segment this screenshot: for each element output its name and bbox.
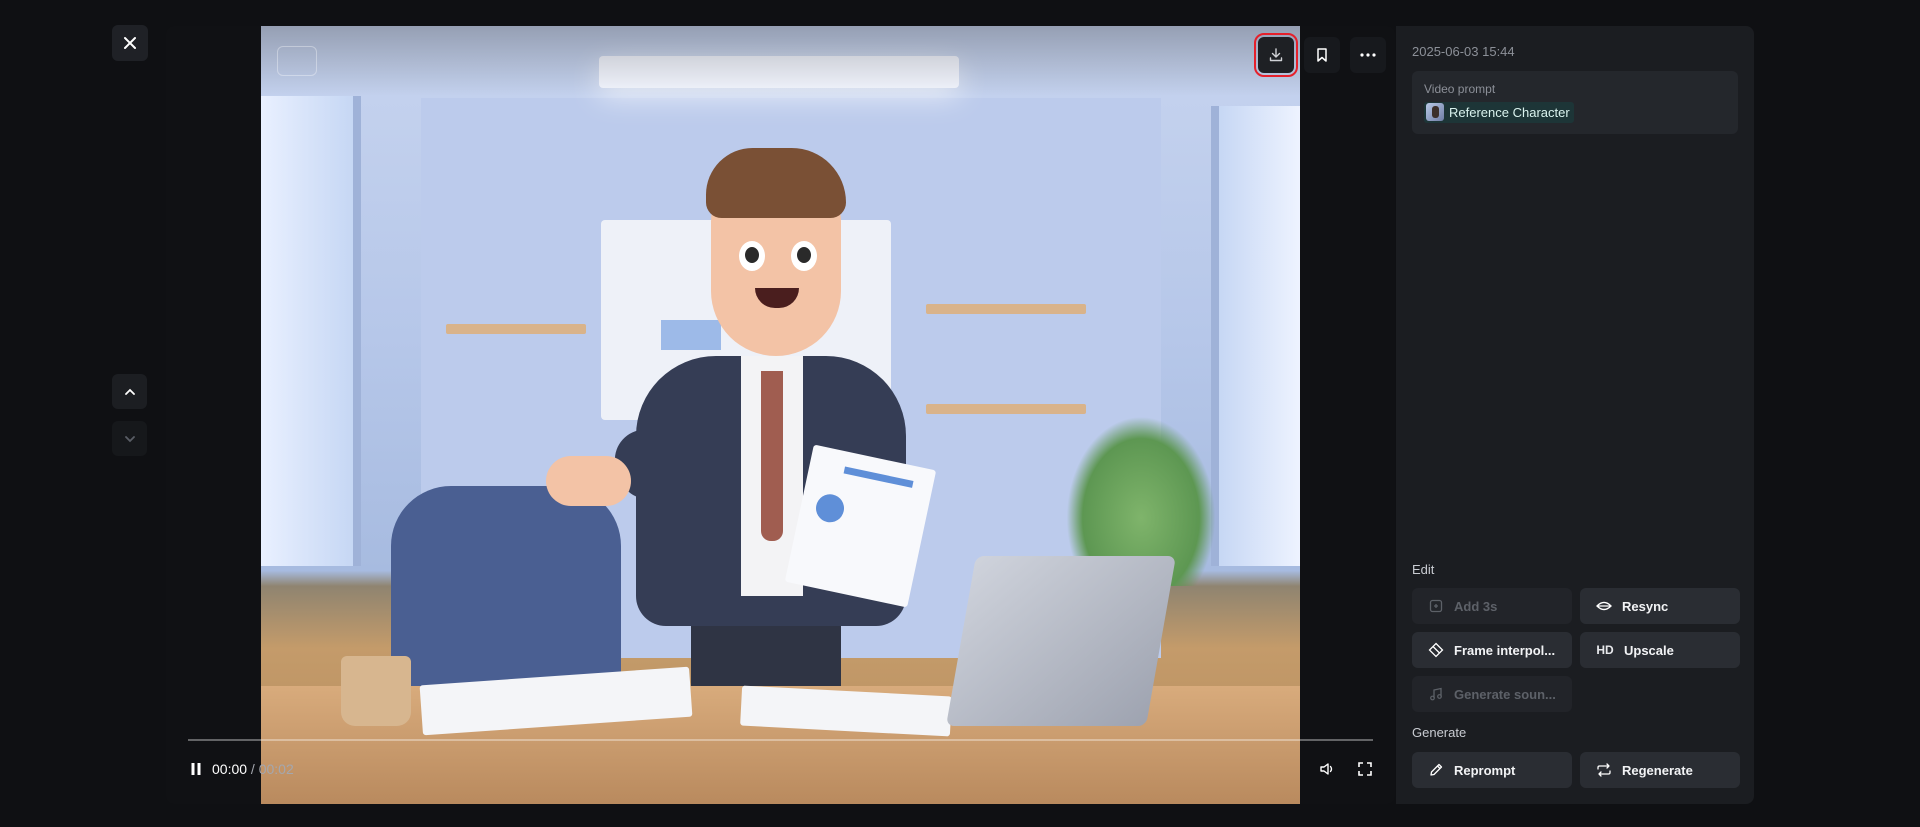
- frame-interpolation-button[interactable]: Frame interpol...: [1412, 632, 1572, 668]
- reprompt-button[interactable]: Reprompt: [1412, 752, 1572, 788]
- diamond-icon: [1428, 642, 1444, 658]
- next-item-button[interactable]: [112, 421, 147, 456]
- download-icon: [1269, 48, 1283, 62]
- time-display: 00:00 / 00:02: [212, 761, 294, 777]
- scene-window-left: [261, 96, 361, 566]
- video-prompt-label: Video prompt: [1424, 82, 1496, 96]
- lips-icon: [1596, 598, 1612, 614]
- details-panel: 2025-06-03 15:44 Video prompt Reference …: [1396, 26, 1754, 804]
- character-eye: [791, 241, 817, 271]
- scene-laptop: [946, 556, 1176, 726]
- generate-sound-label: Generate soun...: [1454, 686, 1556, 702]
- chevron-down-icon: [124, 435, 135, 442]
- hd-icon: HD: [1596, 643, 1614, 657]
- scene-window-right: [1211, 106, 1300, 566]
- fullscreen-icon: [1358, 762, 1372, 776]
- upscale-button[interactable]: HD Upscale: [1580, 632, 1740, 668]
- character-hair: [706, 148, 846, 218]
- reprompt-label: Reprompt: [1454, 762, 1516, 778]
- pause-button[interactable]: [188, 760, 204, 778]
- pause-icon: [191, 763, 201, 775]
- time-separator: /: [247, 761, 259, 777]
- pencil-icon: [1428, 762, 1444, 778]
- volume-button[interactable]: [1318, 760, 1336, 778]
- repeat-icon: [1596, 762, 1612, 778]
- previous-item-button[interactable]: [112, 374, 147, 409]
- close-button[interactable]: [112, 25, 148, 61]
- add-time-icon: [1428, 598, 1444, 614]
- scene-shelf: [446, 324, 586, 334]
- regenerate-button[interactable]: Regenerate: [1580, 752, 1740, 788]
- edit-section-label: Edit: [1412, 562, 1435, 577]
- volume-icon: [1320, 763, 1333, 775]
- more-options-button[interactable]: [1350, 37, 1386, 73]
- more-horizontal-icon: [1360, 53, 1376, 57]
- upscale-label: Upscale: [1624, 642, 1674, 658]
- progress-bar[interactable]: [188, 739, 1373, 741]
- video-overlay-button[interactable]: [277, 46, 317, 76]
- creation-timestamp: 2025-06-03 15:44: [1412, 44, 1515, 59]
- reference-character-label: Reference Character: [1449, 104, 1570, 120]
- character-tie: [761, 371, 783, 541]
- frame-interpolation-label: Frame interpol...: [1454, 642, 1556, 658]
- resync-button[interactable]: Resync: [1580, 588, 1740, 624]
- regenerate-label: Regenerate: [1622, 762, 1693, 778]
- reference-thumbnail: [1426, 103, 1444, 121]
- video-frame[interactable]: [261, 26, 1300, 804]
- bookmark-button[interactable]: [1304, 37, 1340, 73]
- add-3s-label: Add 3s: [1454, 598, 1498, 614]
- character-eye: [739, 241, 765, 271]
- resync-label: Resync: [1622, 598, 1669, 614]
- bookmark-icon: [1317, 48, 1327, 62]
- video-player[interactable]: 00:00 / 00:02: [166, 26, 1395, 804]
- reference-character-tag[interactable]: Reference Character: [1424, 102, 1574, 123]
- generate-sound-button[interactable]: Generate soun...: [1412, 676, 1572, 712]
- add-3s-button[interactable]: Add 3s: [1412, 588, 1572, 624]
- music-icon: [1428, 686, 1444, 702]
- current-time: 00:00: [212, 761, 248, 777]
- scene-shelf: [926, 404, 1086, 414]
- fullscreen-button[interactable]: [1356, 760, 1374, 778]
- download-button[interactable]: [1254, 33, 1298, 77]
- duration: 00:02: [258, 761, 294, 777]
- character-hand: [546, 456, 631, 506]
- chevron-up-icon: [124, 388, 135, 395]
- video-top-gradient: [261, 26, 1300, 96]
- scene-pot-plant: [341, 656, 411, 726]
- video-prompt-box: Video prompt Reference Character: [1412, 71, 1738, 134]
- generate-section-label: Generate: [1412, 725, 1467, 740]
- close-icon: [124, 37, 136, 49]
- scene-shelf: [926, 304, 1086, 314]
